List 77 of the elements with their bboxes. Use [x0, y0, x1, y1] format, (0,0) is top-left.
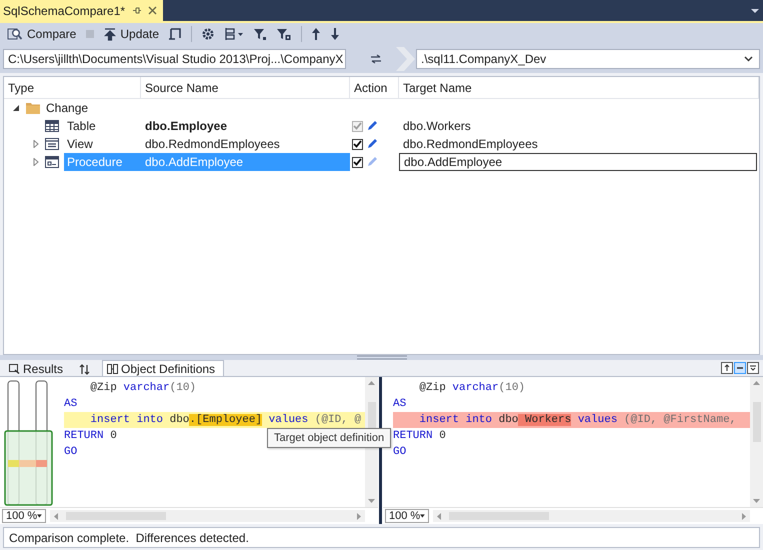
- column-header[interactable]: Action: [350, 77, 399, 98]
- scroll-up-icon[interactable]: [753, 381, 760, 385]
- pin-icon[interactable]: [132, 6, 142, 15]
- source-name-cell[interactable]: dbo.RedmondEmployees: [141, 135, 350, 153]
- script-icon: [168, 27, 182, 41]
- code-line: @Zip varchar(10): [418, 381, 526, 396]
- tab-list-icon[interactable]: [751, 8, 759, 14]
- zoom-dropdown[interactable]: 100 %: [385, 509, 429, 523]
- down-arrow-icon: [330, 27, 340, 41]
- layout-button[interactable]: [721, 362, 733, 374]
- type-cell[interactable]: View: [64, 135, 141, 153]
- swap-button[interactable]: [368, 52, 384, 66]
- update-icon: [104, 27, 116, 41]
- target-name-cell[interactable]: dbo.RedmondEmployees: [399, 135, 759, 153]
- column-header[interactable]: Type: [4, 77, 141, 98]
- zoom-dropdown[interactable]: 100 %: [2, 509, 46, 523]
- code-line: AS: [393, 397, 406, 412]
- group-label[interactable]: Change: [46, 101, 88, 115]
- include-checkbox[interactable]: [352, 156, 363, 168]
- compare-icon: [7, 27, 23, 41]
- pencil-icon: [366, 156, 378, 168]
- splitter-grip[interactable]: [356, 355, 406, 360]
- settings-icon: [201, 27, 216, 41]
- stop-icon: [85, 29, 96, 39]
- folder-icon: [26, 102, 40, 114]
- scroll-left-icon[interactable]: [437, 512, 441, 520]
- status-text: Comparison complete. Differences detected.: [9, 530, 249, 544]
- direction-arrow-icon: [396, 47, 416, 71]
- results-icon: [9, 364, 20, 374]
- view-icon: [45, 138, 59, 150]
- expand-arrow-icon[interactable]: [32, 140, 40, 148]
- scroll-down-icon[interactable]: [753, 499, 760, 503]
- chevron-down-icon: [744, 56, 753, 62]
- filter-icon: [253, 27, 268, 41]
- compare-button[interactable]: Compare: [4, 24, 80, 44]
- pencil-icon: [366, 120, 378, 132]
- layout-button[interactable]: [734, 362, 746, 374]
- collapse-arrow-icon[interactable]: [12, 104, 20, 112]
- collapse-pane-icon: [748, 363, 758, 373]
- expand-arrow-icon[interactable]: [32, 158, 40, 166]
- code-line: RETURN 0: [64, 429, 117, 444]
- panel-tab[interactable]: Results: [4, 361, 72, 376]
- layout-button[interactable]: [747, 362, 759, 374]
- caret-icon: [420, 514, 425, 518]
- code-line: GO: [393, 445, 406, 460]
- scroll-right-icon[interactable]: [742, 512, 746, 520]
- pencil-icon: [366, 138, 378, 150]
- column-header[interactable]: Source Name: [141, 77, 350, 98]
- update-button[interactable]: Update: [101, 24, 162, 44]
- source-dropdown[interactable]: C:\Users\jillth\Documents\Visual Studio 2013\Proj...\CompanyX: [3, 49, 346, 69]
- caret-icon: [37, 514, 42, 518]
- target-dropdown[interactable]: .\sql11.CompanyX_Dev: [416, 49, 760, 69]
- sort-icon: [79, 364, 92, 374]
- table-icon: [45, 120, 59, 132]
- include-checkbox[interactable]: [352, 138, 363, 150]
- target-name-cell[interactable]: dbo.AddEmployee: [399, 153, 757, 171]
- horizontal-scrollbar[interactable]: [433, 510, 750, 522]
- document-tab[interactable]: SqlSchemaCompare1*: [0, 0, 164, 21]
- code-line: GO: [64, 445, 78, 460]
- horizontal-scrollbar[interactable]: [50, 510, 365, 522]
- scroll-left-icon[interactable]: [54, 512, 58, 520]
- scroll-right-icon[interactable]: [357, 512, 361, 520]
- tooltip: Target object definition: [267, 428, 392, 448]
- split-vertical-icon: [722, 363, 732, 373]
- up-arrow-icon: [311, 27, 322, 41]
- group-by-icon: [224, 27, 244, 41]
- filter-icon: [276, 27, 292, 41]
- code-line: AS: [64, 397, 78, 412]
- code-line: RETURN 0: [393, 429, 446, 444]
- code-line: @Zip varchar(10): [89, 381, 196, 396]
- panel-tab[interactable]: Object Definitions: [102, 360, 224, 376]
- close-icon[interactable]: [148, 6, 158, 15]
- column-header[interactable]: Target Name: [399, 77, 759, 98]
- definitions-icon: [107, 364, 118, 374]
- procedure-icon: [45, 156, 59, 168]
- swap-icon: [370, 54, 382, 64]
- vertical-scrollbar[interactable]: [750, 377, 763, 507]
